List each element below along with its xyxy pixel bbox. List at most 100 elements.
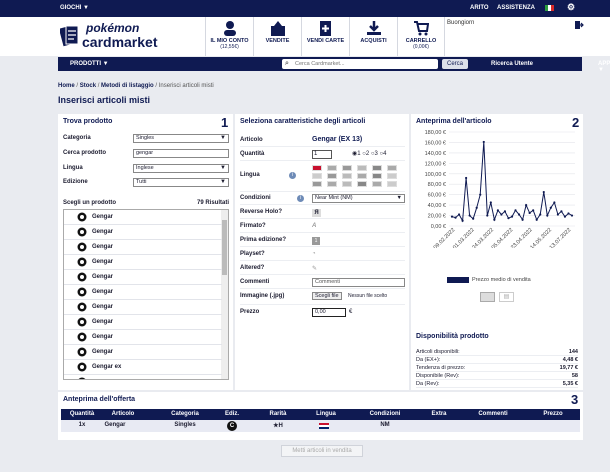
language-flag-icon[interactable] bbox=[342, 181, 352, 187]
language-flag-icon[interactable] bbox=[327, 181, 337, 187]
nav-sell-cards[interactable]: VENDI CARTE bbox=[301, 17, 349, 56]
data-point[interactable] bbox=[472, 217, 475, 220]
qty-radio-group[interactable]: ◉1 ○2 ○3 ○4 bbox=[352, 150, 387, 157]
price-input[interactable]: 0,00 bbox=[312, 308, 346, 317]
result-item[interactable]: Gengar bbox=[64, 315, 222, 330]
altered-toggle-icon[interactable]: ✎ bbox=[312, 265, 317, 272]
gear-icon[interactable]: ⚙ bbox=[567, 2, 575, 13]
data-point[interactable] bbox=[563, 215, 567, 218]
language-flag-icon[interactable] bbox=[357, 173, 367, 179]
data-point[interactable] bbox=[532, 209, 535, 212]
data-point[interactable] bbox=[514, 209, 517, 212]
search-product-input[interactable]: gengar bbox=[133, 149, 229, 158]
login-link[interactable]: ARITO bbox=[470, 5, 489, 11]
language-flag-icon[interactable] bbox=[312, 165, 322, 171]
offer-table-row[interactable]: 1x Gengar Singles C ★H NM bbox=[61, 420, 580, 432]
language-flag-icon[interactable] bbox=[372, 173, 382, 179]
scrollbar-thumb[interactable] bbox=[222, 220, 227, 275]
data-point[interactable] bbox=[450, 215, 454, 218]
result-item[interactable]: Gengar bbox=[64, 285, 222, 300]
breadcrumb-method[interactable]: Metodi di listaggio bbox=[101, 83, 154, 89]
data-point[interactable] bbox=[525, 204, 528, 207]
data-point[interactable] bbox=[560, 210, 563, 213]
games-menu[interactable]: GIOCHI ▼ bbox=[60, 5, 89, 11]
data-point[interactable] bbox=[468, 214, 471, 217]
data-point[interactable] bbox=[482, 140, 485, 144]
result-item[interactable]: Gengar bbox=[64, 270, 222, 285]
data-point[interactable] bbox=[486, 214, 489, 217]
language-flag-icon[interactable] bbox=[342, 165, 352, 171]
language-select[interactable]: Inglese ▼ bbox=[133, 164, 229, 173]
language-flag-icon[interactable] bbox=[327, 165, 337, 171]
result-item[interactable]: Gengar bbox=[64, 240, 222, 255]
products-menu[interactable]: PRODOTTI ▼ bbox=[70, 61, 109, 67]
result-item[interactable]: Gengar bbox=[64, 300, 222, 315]
comments-input[interactable]: Commenti bbox=[312, 278, 405, 287]
quantity-input[interactable]: 1 bbox=[312, 150, 332, 159]
data-point[interactable] bbox=[521, 218, 524, 221]
data-point[interactable] bbox=[493, 218, 496, 221]
language-flag-icon[interactable] bbox=[387, 181, 397, 187]
breadcrumb-home[interactable]: Home bbox=[58, 83, 75, 89]
data-point[interactable] bbox=[517, 213, 521, 216]
result-item[interactable]: Gengar EX bbox=[64, 375, 222, 379]
nav-my-account[interactable]: IL MIO CONTO (12,55€) bbox=[205, 17, 253, 56]
info-icon[interactable]: i bbox=[297, 195, 304, 202]
language-flag-icon[interactable] bbox=[372, 165, 382, 171]
data-point[interactable] bbox=[500, 213, 503, 216]
language-flag-icon[interactable] bbox=[327, 173, 337, 179]
data-point[interactable] bbox=[542, 190, 545, 194]
data-point[interactable] bbox=[507, 217, 510, 220]
data-point[interactable] bbox=[489, 201, 492, 204]
language-flag-icon[interactable] bbox=[387, 173, 397, 179]
result-item[interactable]: Gengar bbox=[64, 345, 222, 360]
data-point[interactable] bbox=[553, 201, 556, 204]
result-item[interactable]: Gengar ex bbox=[64, 360, 222, 375]
nav-sales[interactable]: VENDITE bbox=[253, 17, 301, 56]
chart-toggle-button[interactable] bbox=[480, 292, 495, 302]
table-toggle-button[interactable]: ▤ bbox=[499, 292, 514, 302]
signature-toggle-icon[interactable]: A bbox=[312, 223, 316, 229]
choose-file-button[interactable]: Scegli file bbox=[312, 292, 342, 300]
data-point[interactable] bbox=[549, 206, 552, 209]
article-value[interactable]: Gengar (EX 13) bbox=[312, 136, 362, 143]
data-point[interactable] bbox=[479, 193, 482, 196]
language-flags[interactable] bbox=[312, 165, 405, 189]
data-point[interactable] bbox=[461, 219, 464, 222]
data-point[interactable] bbox=[556, 213, 559, 216]
reverse-holo-toggle-icon[interactable]: Я bbox=[312, 209, 321, 217]
language-flag-icon[interactable] bbox=[357, 181, 367, 187]
search-input[interactable] bbox=[295, 60, 435, 68]
data-point[interactable] bbox=[475, 206, 478, 209]
apps-menu[interactable]: APPS ▼ bbox=[598, 61, 610, 73]
italy-flag-icon[interactable] bbox=[545, 5, 554, 11]
data-point[interactable] bbox=[570, 214, 574, 217]
user-search-link[interactable]: Ricerca Utente bbox=[491, 61, 533, 67]
data-point[interactable] bbox=[539, 213, 542, 216]
data-point[interactable] bbox=[546, 214, 549, 217]
logout-icon[interactable] bbox=[574, 20, 584, 30]
data-point[interactable] bbox=[510, 215, 514, 218]
result-item[interactable]: Gengar bbox=[64, 255, 222, 270]
result-item[interactable]: Gengar bbox=[64, 330, 222, 345]
submit-offer-button[interactable]: Metti articoli in vendita bbox=[281, 445, 363, 457]
assistance-link[interactable]: ASSISTENZA bbox=[497, 5, 535, 11]
edition-select[interactable]: Tutti ▼ bbox=[133, 178, 229, 187]
data-point[interactable] bbox=[496, 209, 499, 212]
result-list[interactable]: Gengar Gengar Gengar Gengar Gengar Gengar Geng… bbox=[63, 209, 229, 380]
data-point[interactable] bbox=[454, 216, 457, 219]
language-flag-icon[interactable] bbox=[312, 181, 322, 187]
nav-purchases[interactable]: ACQUISTI bbox=[349, 17, 397, 56]
condition-select[interactable]: Near Mint (NM) ▼ bbox=[312, 194, 405, 203]
data-point[interactable] bbox=[465, 176, 468, 180]
data-point[interactable] bbox=[503, 210, 507, 213]
language-flag-icon[interactable] bbox=[357, 165, 367, 171]
breadcrumb-stock[interactable]: Stock bbox=[80, 83, 96, 89]
language-flag-icon[interactable] bbox=[372, 181, 382, 187]
logo[interactable]: pokémon cardmarket bbox=[60, 21, 170, 51]
language-flag-icon[interactable] bbox=[342, 173, 352, 179]
result-item[interactable]: Gengar bbox=[64, 225, 222, 240]
data-point[interactable] bbox=[535, 218, 538, 221]
data-point[interactable] bbox=[567, 212, 570, 215]
info-icon[interactable]: i bbox=[289, 172, 296, 179]
